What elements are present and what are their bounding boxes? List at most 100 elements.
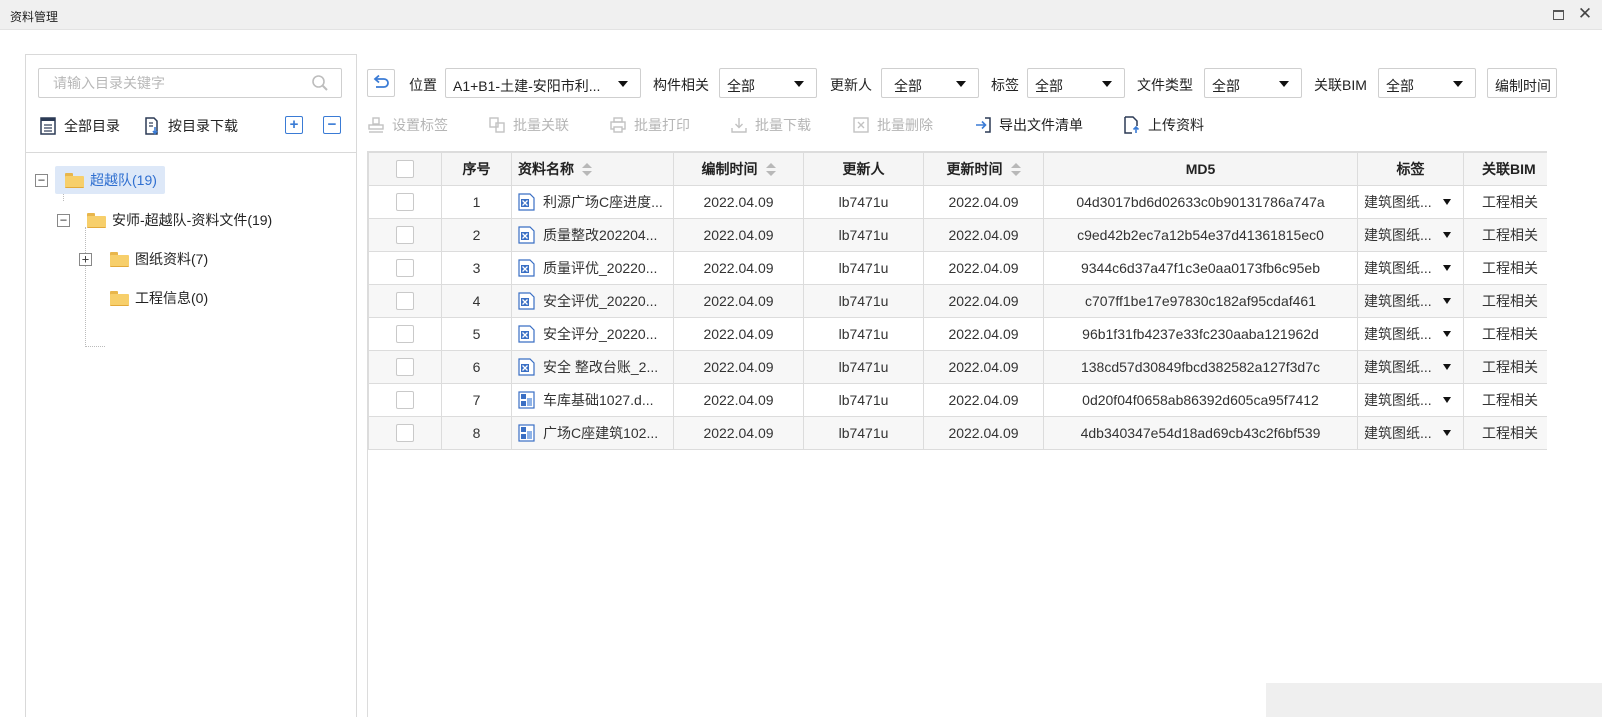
cell-edit-time: 2022.04.09 [673, 284, 804, 318]
table-row[interactable]: 7 车库基础1027.d... 2022.04.09 lb7471u 2022.04.0… [368, 383, 1547, 417]
tag-label: 标签 [991, 77, 1019, 93]
batch-link-button[interactable]: 批量关联 [488, 112, 569, 138]
bim-label: 关联BIM [1314, 77, 1367, 93]
row-checkbox[interactable] [396, 193, 414, 212]
upload-button[interactable]: 上传资料 [1123, 112, 1204, 138]
edit-time-filter-label: 编制时间 [1495, 78, 1551, 94]
tree-collapse-toggle[interactable]: − [57, 214, 70, 227]
table-row[interactable]: 2 质量整改202204... 2022.04.09 lb7471u 2022.04.0… [368, 218, 1547, 252]
tag-select[interactable]: 全部 [1027, 68, 1125, 98]
table-row[interactable]: 6 安全 整改台账_2... 2022.04.09 lb7471u 2022.04.09… [368, 350, 1547, 384]
column-header-updater: 更新人 [803, 152, 924, 186]
row-checkbox[interactable] [396, 292, 414, 311]
updater-value: 全部 [894, 78, 922, 94]
cell-name[interactable]: 广场C座建筑102... [511, 416, 674, 450]
cell-name[interactable]: 安全评分_20220... [511, 317, 674, 351]
cell-update-time: 2022.04.09 [923, 284, 1044, 318]
cell-bim: 工程相关 [1463, 350, 1547, 384]
chevron-down-icon[interactable] [1443, 331, 1451, 337]
column-header-name-label: 资料名称 [518, 161, 574, 177]
tree-node-team[interactable]: 超越队(19) [55, 166, 165, 194]
tree-node-team-files[interactable]: 安师-超越队-资料文件(19) [87, 206, 272, 234]
select-all-checkbox[interactable] [396, 160, 414, 179]
row-checkbox[interactable] [396, 226, 414, 245]
cell-bim: 工程相关 [1463, 218, 1547, 252]
table-row[interactable]: 1 利源广场C座进度... 2022.04.09 lb7471u 2022.04.09 0… [368, 185, 1547, 219]
column-header-name[interactable]: 资料名称 [511, 152, 674, 186]
table-row[interactable]: 3 质量评优_20220... 2022.04.09 lb7471u 2022.04.0… [368, 251, 1547, 285]
edit-time-filter[interactable]: 编制时间 [1487, 68, 1557, 98]
row-checkbox[interactable] [396, 325, 414, 344]
tree-collapse-toggle[interactable]: − [35, 174, 48, 187]
cell-tag[interactable]: 建筑图纸... [1357, 251, 1464, 285]
cell-tag[interactable]: 建筑图纸... [1357, 416, 1464, 450]
column-header-edit-time[interactable]: 编制时间 [673, 152, 804, 186]
updater-select[interactable]: 全部 [881, 68, 979, 98]
all-directories-button[interactable]: 全部目录 [40, 115, 120, 137]
cell-tag[interactable]: 建筑图纸... [1357, 317, 1464, 351]
cell-tag[interactable]: 建筑图纸... [1357, 185, 1464, 219]
cell-seq: 1 [441, 185, 512, 219]
cell-name[interactable]: 质量评优_20220... [511, 251, 674, 285]
chevron-down-icon[interactable] [1443, 232, 1451, 238]
cell-md5: 96b1f31fb4237e33fc230aaba121962d [1043, 317, 1358, 351]
sort-icon[interactable] [582, 163, 592, 177]
set-tag-button[interactable]: 设置标签 [367, 112, 448, 138]
cell-tag[interactable]: 建筑图纸... [1357, 350, 1464, 384]
tree-node-label: 超越队(19) [90, 172, 157, 188]
row-checkbox[interactable] [396, 259, 414, 278]
panel-splitter[interactable] [356, 54, 357, 717]
export-file-list-button[interactable]: 导出文件清单 [974, 112, 1083, 138]
component-select[interactable]: 全部 [719, 68, 817, 98]
select-all-cell [368, 152, 442, 186]
bim-select[interactable]: 全部 [1378, 68, 1476, 98]
cell-name[interactable]: 质量整改202204... [511, 218, 674, 252]
tag-value: 建筑图纸... [1364, 359, 1432, 375]
collapse-all-icon[interactable]: − [323, 116, 341, 134]
row-checkbox[interactable] [396, 391, 414, 410]
chevron-down-icon[interactable] [1443, 265, 1451, 271]
table-row[interactable]: 5 安全评分_20220... 2022.04.09 lb7471u 2022.04.0… [368, 317, 1547, 351]
batch-print-button[interactable]: 批量打印 [609, 112, 690, 138]
expand-all-icon[interactable]: + [285, 116, 303, 134]
cell-tag[interactable]: 建筑图纸... [1357, 218, 1464, 252]
filetype-select[interactable]: 全部 [1204, 68, 1302, 98]
excel-file-icon [518, 259, 535, 277]
tree-expand-toggle[interactable]: + [79, 253, 92, 266]
row-checkbox[interactable] [396, 424, 414, 443]
chevron-down-icon[interactable] [1443, 397, 1451, 403]
cell-update-time: 2022.04.09 [923, 416, 1044, 450]
cell-tag[interactable]: 建筑图纸... [1357, 383, 1464, 417]
chevron-down-icon[interactable] [1443, 430, 1451, 436]
cell-update-time: 2022.04.09 [923, 185, 1044, 219]
updater-label: 更新人 [830, 77, 872, 93]
table-row[interactable]: 4 安全评优_20220... 2022.04.09 lb7471u 2022.04.0… [368, 284, 1547, 318]
directory-search-input[interactable] [39, 69, 299, 97]
batch-delete-button[interactable]: 批量删除 [852, 112, 933, 138]
column-header-update-time[interactable]: 更新时间 [923, 152, 1044, 186]
tag-value: 全部 [1035, 78, 1063, 94]
tree-node-project-info[interactable]: 工程信息(0) [110, 284, 208, 312]
cell-tag[interactable]: 建筑图纸... [1357, 284, 1464, 318]
sort-icon[interactable] [1010, 163, 1021, 177]
back-button[interactable] [367, 69, 395, 97]
maximize-icon[interactable] [1553, 10, 1564, 20]
chevron-down-icon[interactable] [1443, 298, 1451, 304]
close-icon[interactable]: ✕ [1576, 5, 1594, 23]
download-by-directory-button[interactable]: 按目录下载 [144, 115, 238, 137]
sort-icon[interactable] [765, 163, 776, 177]
table-row[interactable]: 8 广场C座建筑102... 2022.04.09 lb7471u 2022.04.09… [368, 416, 1547, 450]
row-checkbox[interactable] [396, 358, 414, 377]
cell-name[interactable]: 安全评优_20220... [511, 284, 674, 318]
batch-download-label: 批量下载 [755, 117, 811, 133]
chevron-down-icon[interactable] [1443, 364, 1451, 370]
tree-node-drawings[interactable]: 图纸资料(7) [110, 245, 208, 273]
cell-edit-time: 2022.04.09 [673, 218, 804, 252]
cell-name[interactable]: 安全 整改台账_2... [511, 350, 674, 384]
location-select[interactable]: A1+B1-土建-安阳市利... [445, 68, 641, 98]
cell-name[interactable]: 利源广场C座进度... [511, 185, 674, 219]
batch-download-button[interactable]: 批量下载 [730, 112, 811, 138]
search-icon[interactable] [311, 74, 329, 92]
cell-name[interactable]: 车库基础1027.d... [511, 383, 674, 417]
chevron-down-icon[interactable] [1443, 199, 1451, 205]
